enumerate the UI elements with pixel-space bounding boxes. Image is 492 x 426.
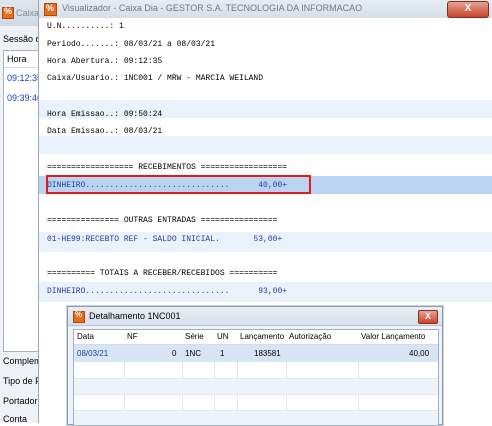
line-hora-abertura: Hora Abertura.: 09:12:35 — [47, 57, 163, 66]
cell-data: 08/03/21 — [77, 349, 109, 358]
cell-serie: 1NC — [185, 349, 202, 358]
recebimentos-header: ================== RECEBIMENTOS ========… — [47, 163, 288, 172]
app-logo-icon — [44, 3, 57, 16]
line-hora-emissao: Hora Emissao..: 09:50:24 — [47, 110, 163, 119]
col-header-data[interactable]: Data — [77, 330, 94, 344]
cell-un: 1 — [220, 349, 225, 358]
detalhamento-dialog: Detalhamento 1NC001 X Data NF Série UN L… — [67, 306, 443, 426]
grid-header-row: Data NF Série UN Lançamento Autorização … — [74, 330, 438, 345]
cell-valor: 40,00 — [409, 349, 430, 358]
portador-label: Portador — [3, 396, 38, 406]
dialog-title: Detalhamento 1NC001 — [89, 311, 181, 321]
app-logo-icon — [73, 310, 85, 323]
cell-lancamento: 183581 — [254, 349, 281, 358]
empty-row — [74, 395, 438, 411]
empty-row — [74, 379, 438, 395]
dialog-close-button[interactable]: X — [418, 310, 438, 324]
visualizer-title: Visualizador - Caixa Dia - GESTOR S.A. T… — [62, 3, 363, 13]
outras-entradas-header: =============== OUTRAS ENTRADAS ========… — [47, 216, 278, 225]
totais-header: ========== TOTAIS A RECEBER/RECEBIDOS ==… — [47, 269, 278, 278]
cell-nf: 0 — [172, 349, 177, 358]
background-window-title: Caixa — [16, 8, 40, 18]
empty-row — [74, 411, 438, 425]
line-dinheiro-total[interactable]: DINHEIRO.............................. 9… — [47, 287, 287, 296]
col-header-un[interactable]: UN — [217, 330, 229, 344]
highlight-box — [46, 175, 311, 194]
line-un: U.N..........: 1 — [47, 22, 124, 31]
line-recebto[interactable]: 01-HE99:RECEBTO REF - SALDO INICIAL. 53,… — [47, 235, 282, 244]
line-periodo: Periodo.......: 08/03/21 a 08/03/21 — [47, 40, 216, 49]
col-header-serie[interactable]: Série — [185, 330, 204, 344]
close-button[interactable]: X — [447, 1, 489, 18]
report-band — [39, 136, 492, 154]
table-row[interactable]: 08/03/21 0 1NC 1 183581 40,00 — [74, 345, 438, 362]
visualizer-title-bar[interactable]: Visualizador - Caixa Dia - GESTOR S.A. T… — [39, 0, 492, 19]
empty-row — [74, 363, 438, 379]
col-header-autorizacao[interactable]: Autorização — [289, 330, 331, 344]
col-header-nf[interactable]: NF — [127, 330, 138, 344]
detail-grid[interactable]: Data NF Série UN Lançamento Autorização … — [73, 329, 439, 426]
col-header-lancamento[interactable]: Lançamento — [240, 330, 284, 344]
dialog-title-bar[interactable]: Detalhamento 1NC001 X — [68, 307, 442, 326]
line-data-emissao: Data Emissao..: 08/03/21 — [47, 127, 163, 136]
app-logo-icon — [2, 6, 14, 19]
col-header-valor[interactable]: Valor Lançamento — [361, 330, 425, 344]
line-caixa-usuario: Caixa/Usuario.: 1NC001 / MRW - MARCIA WE… — [47, 74, 264, 83]
